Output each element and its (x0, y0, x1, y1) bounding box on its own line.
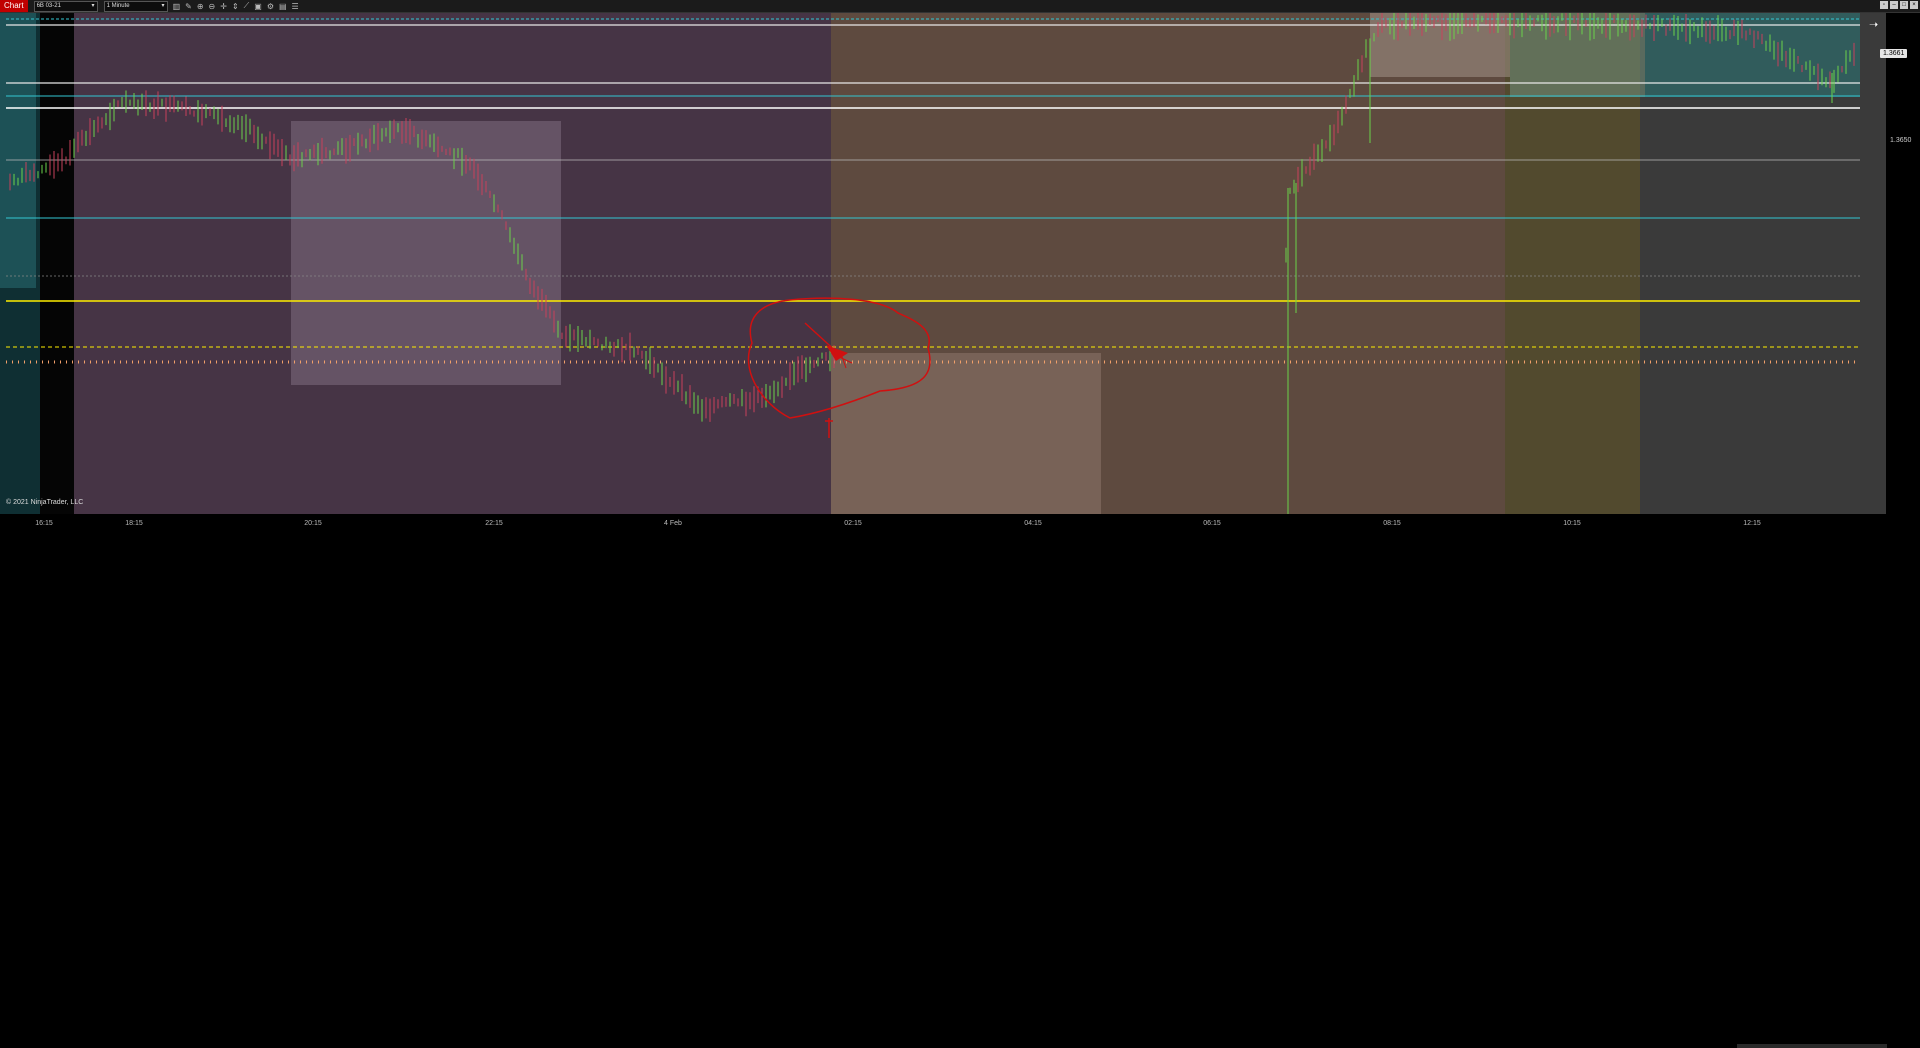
x-tick: 20:15 (304, 520, 322, 527)
properties-icon[interactable]: ▤ (279, 2, 287, 11)
zoom-out-icon[interactable]: ⊖ (209, 2, 216, 11)
window-controls: ▫ – □ × (1878, 1, 1918, 9)
x-tick: 16:15 (35, 520, 53, 527)
x-tick: 12:15 (1743, 520, 1761, 527)
chart-tab[interactable]: Chart (0, 0, 28, 12)
maximize-icon[interactable]: □ (1900, 1, 1908, 9)
y-tick: 1.3650 (1890, 137, 1912, 144)
instrument-selector[interactable]: 6B 03-21 ▾ (33, 0, 98, 12)
interval-selector[interactable]: 1 Minute ▾ (103, 0, 168, 12)
zone-range (1370, 13, 1510, 77)
x-tick: 22:15 (485, 520, 503, 527)
close-icon[interactable]: × (1910, 1, 1918, 9)
minimize-icon[interactable]: – (1890, 1, 1898, 9)
price-chart[interactable] (0, 13, 1886, 514)
snapshot-icon[interactable]: ▣ (254, 2, 262, 11)
price-axis[interactable]: 1.3650 (1886, 13, 1920, 540)
x-tick: 18:15 (125, 520, 143, 527)
bars-icon[interactable]: ▥ (173, 2, 181, 11)
strategy-icon[interactable]: ⚙ (267, 2, 274, 11)
zoom-in-icon[interactable]: ⊕ (197, 2, 204, 11)
current-price-label: 1.3661 (1880, 49, 1908, 58)
chevron-down-icon: ▾ (91, 2, 95, 9)
horizontal-scrollbar[interactable] (1737, 1044, 1887, 1048)
zone-range (831, 353, 1101, 514)
zone-range (291, 121, 561, 385)
x-tick: 10:15 (1563, 520, 1581, 527)
x-tick: 06:15 (1203, 520, 1221, 527)
copyright-label: © 2021 NinjaTrader, LLC (6, 499, 84, 506)
x-tick: 02:15 (844, 520, 862, 527)
pencil-icon[interactable]: ✎ (185, 2, 192, 11)
x-tick: 04:15 (1024, 520, 1042, 527)
session-band (40, 13, 74, 514)
toolbar: Chart 6B 03-21 ▾ 1 Minute ▾ ▥ ✎ ⊕ ⊖ ✛ ⇕ … (0, 0, 1920, 13)
x-tick: 4 Feb (664, 520, 682, 527)
crosshair-icon[interactable]: ✛ (220, 2, 227, 11)
chevron-down-icon: ▾ (161, 2, 165, 9)
draw-icon[interactable]: ⟋ (244, 1, 250, 11)
time-axis[interactable]: 16:15 18:15 20:15 22:15 4 Feb 02:15 04:1… (0, 514, 1887, 1048)
scroll-right-icon[interactable]: ➝ (1869, 18, 1878, 31)
x-tick: 08:15 (1383, 520, 1401, 527)
list-icon[interactable]: ☰ (292, 2, 299, 11)
zone-cyan (0, 13, 36, 288)
zone-range (1645, 13, 1860, 97)
restore-icon[interactable]: ▫ (1880, 1, 1888, 9)
interval-value: 1 Minute (106, 2, 130, 9)
instrument-value: 6B 03-21 (36, 2, 61, 9)
scale-icon[interactable]: ⇕ (232, 2, 239, 11)
